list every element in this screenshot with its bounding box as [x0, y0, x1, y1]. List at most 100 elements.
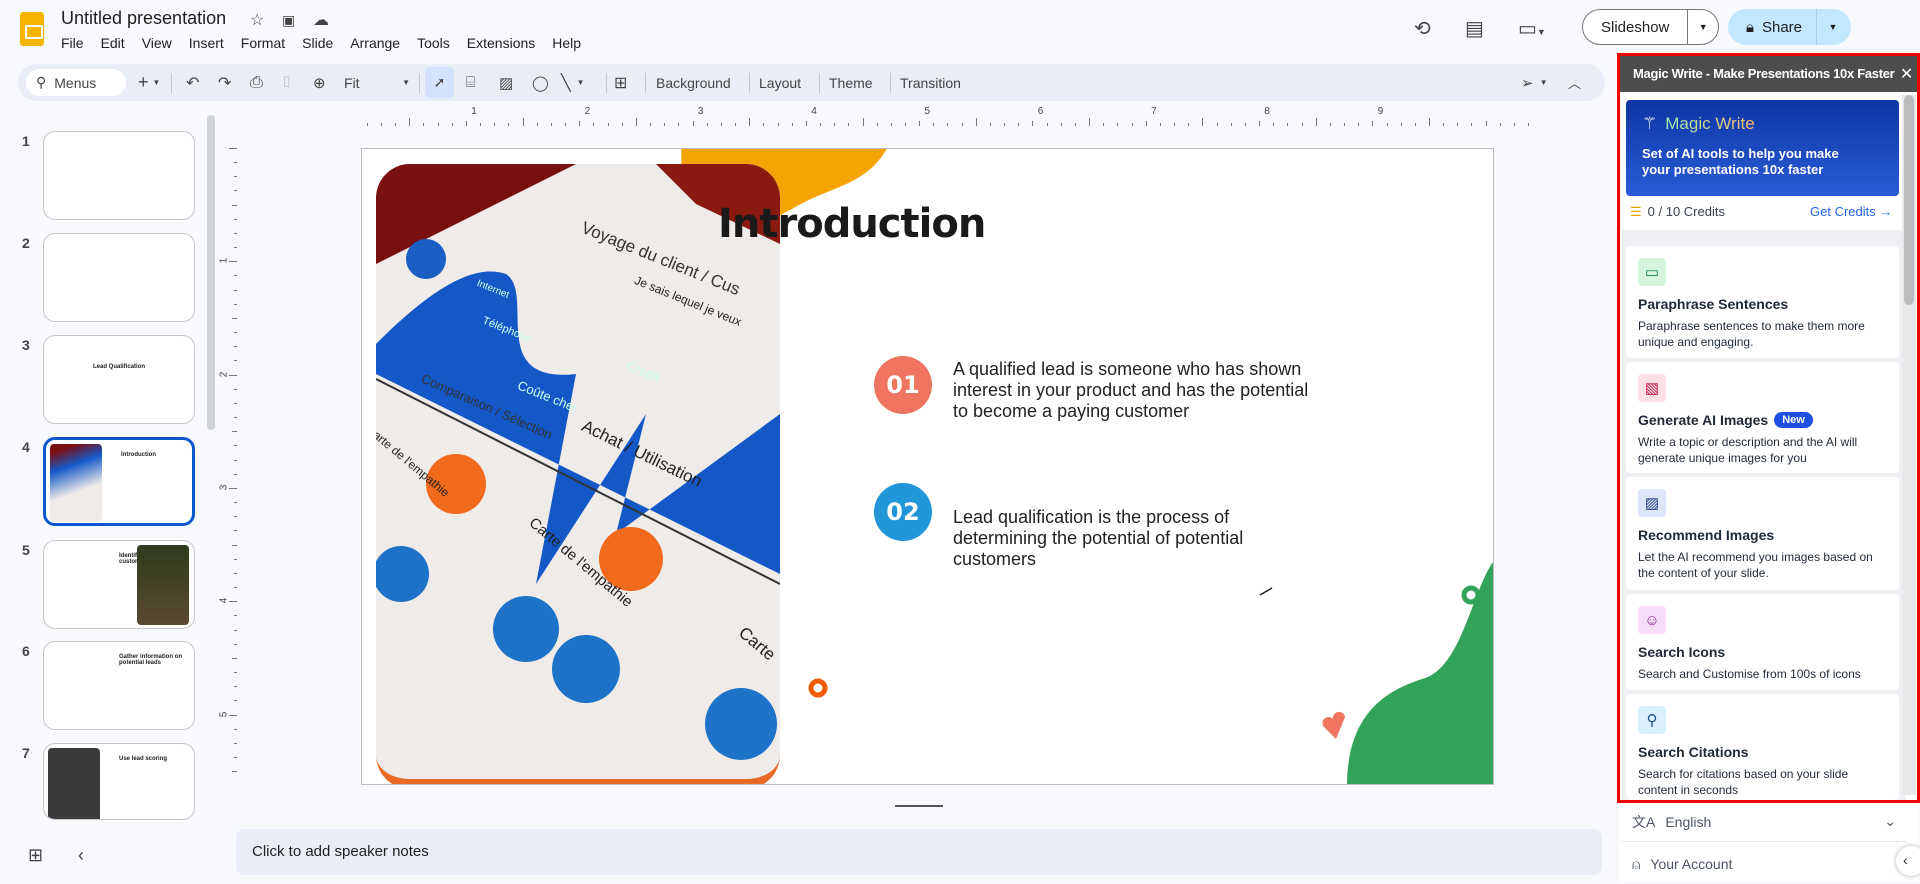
slide-thumbnail[interactable]: Identify your ideal customer: [43, 540, 195, 629]
slide-thumbnail[interactable]: Gather information on potential leads: [43, 641, 195, 730]
panel-title: Magic Write - Make Presentations 10x Fas…: [1633, 66, 1895, 81]
ruler-tick: [232, 544, 237, 546]
redo-icon[interactable]: ↷: [218, 64, 231, 101]
tool-card-search-citations[interactable]: ⚲ Search Citations Search for citations ba…: [1626, 694, 1899, 800]
menu-file[interactable]: File: [61, 35, 92, 51]
comments-icon[interactable]: ▤: [1465, 16, 1484, 41]
insert-image-icon[interactable]: ▨: [499, 64, 513, 101]
undo-icon[interactable]: ↶: [186, 64, 199, 101]
green-blob-decoration: [1347, 562, 1493, 784]
share-dropdown-icon[interactable]: ▼: [1817, 22, 1849, 32]
smiley-icon: ☺: [1638, 606, 1666, 634]
small-line-decoration: [1259, 587, 1273, 596]
menu-view[interactable]: View: [142, 35, 180, 51]
menu-insert[interactable]: Insert: [189, 35, 232, 51]
grid-view-icon[interactable]: ⊞: [28, 845, 43, 866]
print-icon[interactable]: ⎙: [250, 64, 263, 101]
slideshow-dropdown-icon[interactable]: ▼: [1688, 22, 1718, 32]
credits-count: ☰ 0 / 10 Credits: [1630, 204, 1725, 220]
point-text[interactable]: A qualified lead is someone who has show…: [953, 359, 1323, 422]
slide-canvas[interactable]: Voyage du client / Cus Je sais lequel je…: [361, 148, 1494, 785]
expand-panel-icon[interactable]: ‹: [1896, 846, 1920, 876]
collapse-toolbar-icon[interactable]: ︿: [1568, 64, 1581, 101]
collapse-filmstrip-icon[interactable]: ‹: [78, 845, 84, 866]
shape-icon[interactable]: ◯: [532, 64, 549, 101]
ruler-tick: [1400, 123, 1402, 126]
cloud-status-icon[interactable]: ☁: [313, 10, 329, 30]
version-history-icon[interactable]: ⟲: [1414, 16, 1431, 41]
horizontal-ruler[interactable]: 1 2 3 4 5 6 7 8 9: [361, 106, 1601, 126]
ruler-tick: [720, 123, 722, 126]
ruler-label: 7: [1151, 106, 1157, 117]
add-comment-icon[interactable]: ⊞: [614, 64, 627, 101]
notes-resize-handle[interactable]: [895, 805, 943, 807]
ruler-tick: [848, 123, 850, 126]
transition-button[interactable]: Transition: [900, 64, 961, 101]
ruler-tick: [933, 123, 935, 126]
theme-button[interactable]: Theme: [829, 64, 873, 101]
text-box-icon[interactable]: ⌸: [466, 64, 475, 101]
tool-card-generate-images[interactable]: ▧ Generate AI Images New Write a topic or d…: [1626, 362, 1899, 473]
tool-card-paraphrase[interactable]: ▭ Paraphrase Sentences Paraphrase sentence…: [1626, 246, 1899, 358]
menu-edit[interactable]: Edit: [101, 35, 133, 51]
ruler-label: 3: [218, 484, 230, 491]
filmstrip-scrollbar[interactable]: [207, 115, 215, 430]
slides-logo[interactable]: [20, 12, 44, 46]
slide-thumbnail[interactable]: [43, 131, 195, 220]
slide-thumbnail[interactable]: Introduction: [43, 437, 195, 526]
menu-format[interactable]: Format: [241, 35, 293, 51]
speaker-notes[interactable]: Click to add speaker notes: [236, 829, 1602, 875]
close-icon[interactable]: ✕: [1900, 64, 1913, 84]
ruler-tick: [579, 121, 581, 126]
menu-slide[interactable]: Slide: [302, 35, 341, 51]
point-text[interactable]: Lead qualification is the process of det…: [953, 507, 1313, 570]
panel-scrollbar[interactable]: [1902, 95, 1916, 795]
slide-title[interactable]: Introduction: [718, 201, 986, 247]
ruler-tick: [1174, 123, 1176, 126]
layout-button[interactable]: Layout: [759, 64, 801, 101]
ruler-tick: [1188, 123, 1190, 126]
meet-icon[interactable]: ▭▼: [1518, 16, 1546, 41]
menu-arrange[interactable]: Arrange: [350, 35, 408, 51]
document-title[interactable]: Untitled presentation: [61, 8, 226, 29]
zoom-icon[interactable]: ⊕: [313, 64, 326, 101]
ruler-tick: [232, 204, 237, 206]
menu-tools[interactable]: Tools: [417, 35, 458, 51]
ruler-label: 5: [218, 711, 230, 717]
get-credits-link[interactable]: Get Credits →: [1810, 204, 1892, 219]
zoom-select[interactable]: Fit ▼: [344, 64, 410, 101]
slideshow-label[interactable]: Slideshow: [1583, 10, 1689, 44]
background-button[interactable]: Background: [656, 64, 731, 101]
menus-search[interactable]: ⚲ Menus: [26, 69, 126, 96]
slideshow-button[interactable]: Slideshow ▼: [1582, 9, 1719, 45]
slide-thumbnail[interactable]: Use lead scoring: [43, 743, 195, 820]
select-tool-icon[interactable]: ➚: [425, 67, 454, 98]
tool-card-search-icons[interactable]: ☺ Search Icons Search and Customise from 1…: [1626, 594, 1899, 690]
thumbnail-image: [48, 646, 100, 724]
search-icon: ⚲: [1638, 706, 1666, 734]
pointer-mode-icon[interactable]: ➢ ▼: [1521, 64, 1548, 101]
slide-photo[interactable]: Voyage du client / Cus Je sais lequel je…: [376, 164, 780, 784]
tool-card-recommend-images[interactable]: ▨ Recommend Images Let the AI recommend yo…: [1626, 477, 1899, 590]
ruler-tick: [234, 672, 237, 673]
orange-ring-decoration: [808, 678, 828, 698]
slide-thumbnail[interactable]: [43, 233, 195, 322]
vertical-ruler[interactable]: 1 2 3 4 5: [218, 148, 237, 788]
paint-format-icon[interactable]: ⌷: [282, 64, 291, 101]
new-slide-button[interactable]: + ▼: [138, 64, 160, 101]
line-icon[interactable]: ╲ ▼: [561, 64, 585, 101]
ruler-tick: [664, 123, 666, 126]
share-button[interactable]: 🔒︎ Share ▼: [1728, 9, 1851, 45]
move-folder-icon[interactable]: ▣: [282, 12, 295, 29]
language-select[interactable]: 文A English ⌄: [1622, 802, 1906, 842]
account-link[interactable]: ⍝ Your Account: [1622, 844, 1906, 884]
ruler-tick: [706, 123, 708, 126]
menu-help[interactable]: Help: [552, 35, 589, 51]
image-icon: ▨: [1638, 489, 1666, 517]
slide-thumbnail[interactable]: Lead Qualification: [43, 335, 195, 424]
menu-extensions[interactable]: Extensions: [467, 35, 543, 51]
star-icon[interactable]: ☆: [250, 10, 264, 30]
ruler-tick: [234, 162, 237, 164]
ruler-tick: [234, 558, 237, 560]
ruler-tick: [1429, 118, 1430, 126]
